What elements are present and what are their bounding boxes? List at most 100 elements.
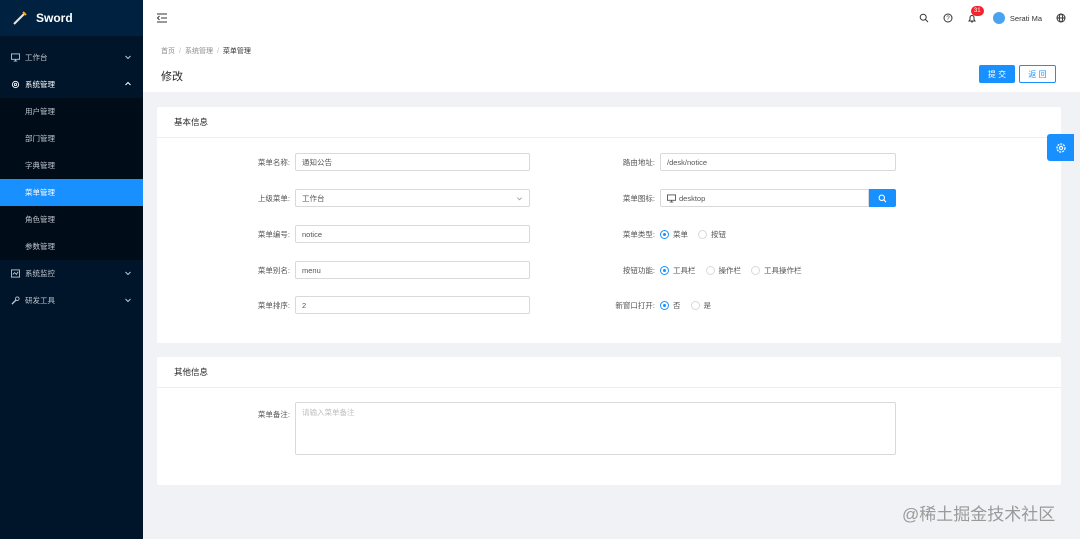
parent-menu-field: 上级菜单: 工作台: [217, 189, 530, 207]
search-icon[interactable]: [919, 13, 929, 23]
menu-type-radio-menu[interactable]: 菜单: [660, 229, 688, 240]
chevron-down-icon: [517, 197, 522, 201]
radio-label: 菜单: [673, 229, 688, 239]
sidebar-item-workbench[interactable]: 工作台: [0, 44, 143, 71]
action-radio-tool-operation[interactable]: 工具操作栏: [751, 265, 802, 276]
breadcrumb-current: 菜单管理: [222, 48, 251, 55]
breadcrumb: 首页 / 系统管理 / 菜单管理: [161, 48, 251, 55]
menu-alias-label: 菜单别名:: [257, 265, 290, 275]
app-title: Sword: [36, 11, 73, 25]
sidebar-item-params[interactable]: 参数管理: [0, 233, 143, 260]
menu-code-label: 菜单编号:: [257, 229, 290, 239]
username[interactable]: Serati Ma: [1010, 14, 1042, 23]
menu-type-radio-button[interactable]: 按钮: [698, 229, 726, 240]
route-input[interactable]: /desk/notice: [660, 153, 896, 171]
sidebar-item-label: 系统管理: [25, 80, 55, 89]
header-actions: ? 31 Serati Ma: [905, 0, 1066, 36]
top-header: ? 31 Serati Ma: [143, 0, 1080, 36]
system-submenu: 用户管理 部门管理 字典管理 菜单管理 角色管理 参数管理: [0, 98, 143, 260]
radio-checked-icon: [660, 300, 669, 310]
sidebar-item-label: 工作台: [25, 53, 48, 62]
page-title: 修改: [161, 71, 183, 83]
gear-icon: [11, 80, 20, 89]
menu-name-label: 菜单名称:: [257, 157, 290, 167]
menu-sort-field: 菜单排序: 2: [217, 296, 530, 314]
settings-float-button[interactable]: [1047, 134, 1074, 161]
button-action-radio-group: 工具栏 操作栏 工具操作栏: [660, 265, 812, 276]
parent-menu-value: 工作台: [302, 193, 325, 203]
sword-icon: [13, 11, 27, 25]
new-window-label: 新窗口打开:: [615, 300, 655, 310]
gear-icon: [1055, 142, 1066, 153]
notification-button[interactable]: 31: [967, 6, 984, 23]
radio-label: 是: [703, 300, 712, 310]
radio-label: 否: [673, 300, 681, 310]
desktop-icon: [667, 193, 676, 203]
new-window-radio-yes[interactable]: 是: [690, 300, 712, 311]
globe-icon[interactable]: [1056, 13, 1066, 23]
action-radio-toolbar[interactable]: 工具栏: [660, 265, 696, 276]
remark-textarea[interactable]: 请输入菜单备注: [295, 402, 896, 455]
route-label: 路由地址:: [622, 157, 655, 167]
remark-label-wrap: 菜单备注:: [217, 405, 290, 423]
menu-name-input[interactable]: 通知公告: [295, 153, 530, 171]
basic-info-card: 基本信息 菜单名称: 通知公告 路由地址: /desk/notice 上级菜单:…: [157, 107, 1061, 343]
parent-menu-select[interactable]: 工作台: [295, 189, 530, 207]
new-window-radio-no[interactable]: 否: [660, 300, 681, 311]
sidebar-item-roles[interactable]: 角色管理: [0, 206, 143, 233]
sidebar-item-system[interactable]: 系统管理: [0, 71, 143, 98]
remark-label: 菜单备注:: [257, 409, 290, 419]
radio-label: 工具操作栏: [764, 265, 802, 275]
new-window-field: 新窗口打开: 否 是: [582, 296, 721, 314]
desktop-icon: [11, 53, 20, 62]
chevron-down-icon: [125, 55, 131, 60]
icon-search-button[interactable]: [869, 189, 896, 207]
sidebar-item-monitor[interactable]: 系统监控: [0, 260, 143, 287]
menu-icon-input[interactable]: desktop: [660, 189, 869, 207]
menu-icon-field: 菜单图标: desktop: [582, 189, 896, 207]
menu-code-input[interactable]: notice: [295, 225, 530, 243]
menu-icon-label: 菜单图标:: [622, 193, 655, 203]
button-action-field: 按钮功能: 工具栏 操作栏 工具操作栏: [582, 261, 812, 279]
watermark: @稀土掘金技术社区: [902, 505, 1056, 524]
sidebar-item-departments[interactable]: 部门管理: [0, 125, 143, 152]
menu-type-label: 菜单类型:: [622, 229, 655, 239]
logo[interactable]: Sword: [0, 0, 143, 36]
other-info-title: 其他信息: [157, 357, 1061, 388]
parent-menu-label: 上级菜单:: [257, 193, 290, 203]
radio-checked-icon: [660, 229, 669, 239]
avatar[interactable]: [992, 12, 1005, 24]
submit-button[interactable]: 提 交: [979, 65, 1015, 83]
tool-icon: [11, 296, 20, 305]
menu-code-field: 菜单编号: notice: [217, 225, 530, 243]
radio-label: 工具栏: [673, 265, 696, 275]
notification-badge: 31: [970, 6, 984, 16]
menu-name-field: 菜单名称: 通知公告: [217, 153, 530, 171]
breadcrumb-home[interactable]: 首页: [161, 48, 175, 55]
basic-info-title: 基本信息: [157, 107, 1061, 138]
button-action-label: 按钮功能:: [622, 265, 655, 275]
menu-fold-icon[interactable]: [156, 12, 168, 24]
menu-icon-value: desktop: [679, 193, 706, 203]
back-button[interactable]: 返 回: [1019, 65, 1056, 83]
monitor-icon: [11, 269, 20, 278]
sidebar-item-dictionary[interactable]: 字典管理: [0, 152, 143, 179]
sidebar-item-users[interactable]: 用户管理: [0, 98, 143, 125]
breadcrumb-parent[interactable]: 系统管理: [185, 48, 213, 55]
radio-label: 操作栏: [718, 265, 742, 275]
sidebar: Sword 工作台 系统管理 用户管理 部门管理 字典管理 菜单管理 角色管理 …: [0, 0, 143, 539]
help-icon[interactable]: ?: [943, 13, 953, 23]
other-info-card: 其他信息 菜单备注: 请输入菜单备注: [157, 357, 1061, 485]
sidebar-item-menus[interactable]: 菜单管理: [0, 179, 143, 206]
route-field: 路由地址: /desk/notice: [582, 153, 896, 171]
page-header: 首页 / 系统管理 / 菜单管理 修改 提 交 返 回: [143, 36, 1080, 92]
search-icon: [878, 194, 887, 202]
action-radio-operation[interactable]: 操作栏: [705, 265, 742, 276]
sidebar-item-devtools[interactable]: 研发工具: [0, 287, 143, 314]
radio-unchecked-icon: [698, 229, 707, 239]
radio-unchecked-icon: [751, 265, 760, 275]
radio-checked-icon: [660, 265, 669, 275]
menu-alias-input[interactable]: menu: [295, 261, 530, 279]
menu-sort-input[interactable]: 2: [295, 296, 530, 314]
sidebar-item-label: 研发工具: [25, 296, 55, 305]
